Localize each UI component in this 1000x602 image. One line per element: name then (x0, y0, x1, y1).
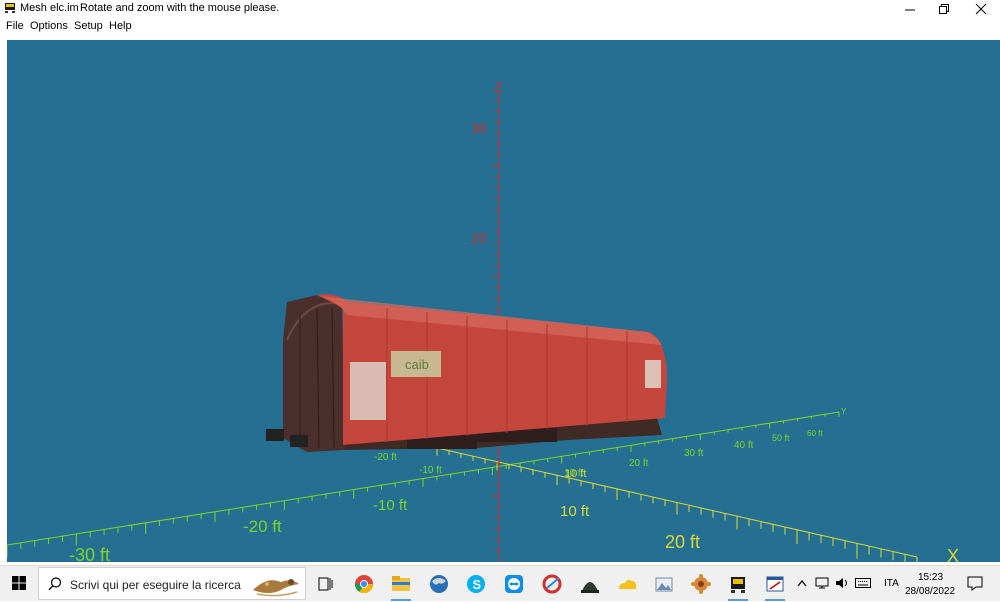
file-explorer-taskbar-button[interactable] (388, 571, 414, 601)
x-axis-tick-label: 10 ft (565, 468, 586, 480)
start-button[interactable] (0, 566, 38, 601)
taskbar-search-box[interactable]: Scrivi qui per eseguire la ricerca (38, 567, 306, 600)
ccleaner-taskbar-button[interactable] (539, 571, 565, 597)
cloud-icon (619, 579, 637, 589)
y-axis-tick-label: 60 ft (807, 429, 823, 438)
scene-canvas[interactable]: Y -20 ft -10 ft 10 ft 20 ft 30 ft 40 ft 50 ft 60… (7, 40, 1000, 562)
skype-icon: S (467, 575, 485, 593)
wagon-model[interactable]: caib (266, 294, 667, 452)
search-placeholder: Scrivi qui per eseguire la ricerca (70, 578, 241, 592)
photo-icon (655, 577, 673, 592)
gear-icon (691, 574, 711, 594)
keyboard-icon[interactable] (855, 577, 871, 589)
menu-help[interactable]: Help (109, 20, 132, 32)
search-icon (48, 577, 62, 591)
menu-file[interactable]: File (6, 20, 24, 32)
menu-options[interactable]: Options (30, 20, 68, 32)
title-bar: Mesh elc.im Rotate and zoom with the mou… (0, 0, 1000, 17)
x-axis-tick-label: 10 ft (560, 503, 590, 520)
volume-icon[interactable] (835, 577, 849, 589)
photo-viewer-taskbar-button[interactable] (651, 571, 677, 597)
hat-app-taskbar-button[interactable] (577, 571, 603, 597)
y-axis-tick-label: 50 ft (772, 433, 790, 443)
svg-text:S: S (473, 577, 482, 592)
hat-icon (581, 582, 599, 593)
clock-date[interactable]: 28/08/2022 (905, 586, 955, 597)
window-hint-text: Rotate and zoom with the mouse please. (80, 2, 280, 14)
wagon-logo-text: caib (405, 357, 429, 372)
y-axis-near-tick-label: -20 ft (243, 517, 282, 536)
windows-logo-icon (12, 576, 26, 590)
globe-icon (430, 575, 448, 593)
editor-icon (766, 576, 784, 592)
wagon-side-placard (645, 360, 661, 388)
z-axis-tick-label: 30 (471, 120, 487, 136)
restore-button[interactable] (926, 0, 962, 17)
clock-time[interactable]: 15:23 (918, 572, 943, 583)
notifications-icon[interactable] (967, 576, 983, 591)
y-axis-tick-label: -20 ft (374, 452, 397, 463)
task-view-icon (318, 577, 333, 591)
settings-app-taskbar-button[interactable] (688, 571, 714, 597)
x-axis-tick-label: 20 ft (665, 532, 700, 552)
mesh-viewer-taskbar-button[interactable] (725, 571, 751, 601)
chrome-icon (355, 575, 373, 594)
y-axis-tick-label: 20 ft (629, 458, 649, 469)
close-button[interactable] (963, 0, 999, 17)
taskbar: Scrivi qui per eseguire la ricerca S ITA… (0, 565, 1000, 601)
y-axis-label: Y (841, 407, 847, 416)
menu-bar: File Options Setup Help (0, 17, 1000, 35)
folder-icon (392, 576, 410, 591)
z-axis-tick-label: 20 (471, 230, 487, 246)
browser-globe-taskbar-button[interactable] (426, 571, 452, 597)
wagon-buffer-right (290, 435, 308, 447)
skype-taskbar-button[interactable]: S (463, 571, 489, 597)
minimize-button[interactable] (892, 0, 928, 17)
ccleaner-icon (542, 574, 562, 594)
train-icon (731, 577, 745, 593)
language-indicator[interactable]: ITA (884, 578, 899, 589)
chrome-taskbar-button[interactable] (351, 571, 377, 597)
mesh-viewer-app-icon (5, 3, 15, 13)
editor-app-taskbar-button[interactable] (762, 571, 788, 601)
close-icon (975, 3, 987, 15)
3d-viewport[interactable]: Y -20 ft -10 ft 10 ft 20 ft 30 ft 40 ft 50 ft 60… (7, 40, 1000, 562)
z-axis-label: Z (494, 79, 503, 95)
window-title: Mesh elc.im (20, 2, 79, 14)
minimize-icon (905, 9, 915, 11)
chevron-up-icon[interactable] (797, 579, 807, 587)
wagon-placard (350, 362, 386, 420)
y-axis-tick-label: 40 ft (734, 440, 754, 451)
task-view-button[interactable] (312, 571, 338, 597)
y-axis-near-tick-label: -10 ft (373, 497, 408, 514)
network-icon[interactable] (815, 577, 829, 589)
x-axis-label: X (947, 546, 959, 562)
wagon-buffer-left (266, 429, 284, 441)
y-axis-tick-label: -10 ft (419, 465, 442, 476)
wagon-end-wall (283, 295, 345, 452)
teamviewer-icon (505, 575, 523, 593)
menu-setup[interactable]: Setup (74, 20, 103, 32)
y-axis-tick-label: 30 ft (684, 448, 704, 459)
search-highlight-bird-icon[interactable] (247, 570, 305, 599)
onedrive-taskbar-button[interactable] (614, 571, 640, 597)
teamviewer-taskbar-button[interactable] (501, 571, 527, 597)
y-axis-near-tick-label: -30 ft (69, 545, 110, 562)
restore-icon (939, 4, 949, 14)
